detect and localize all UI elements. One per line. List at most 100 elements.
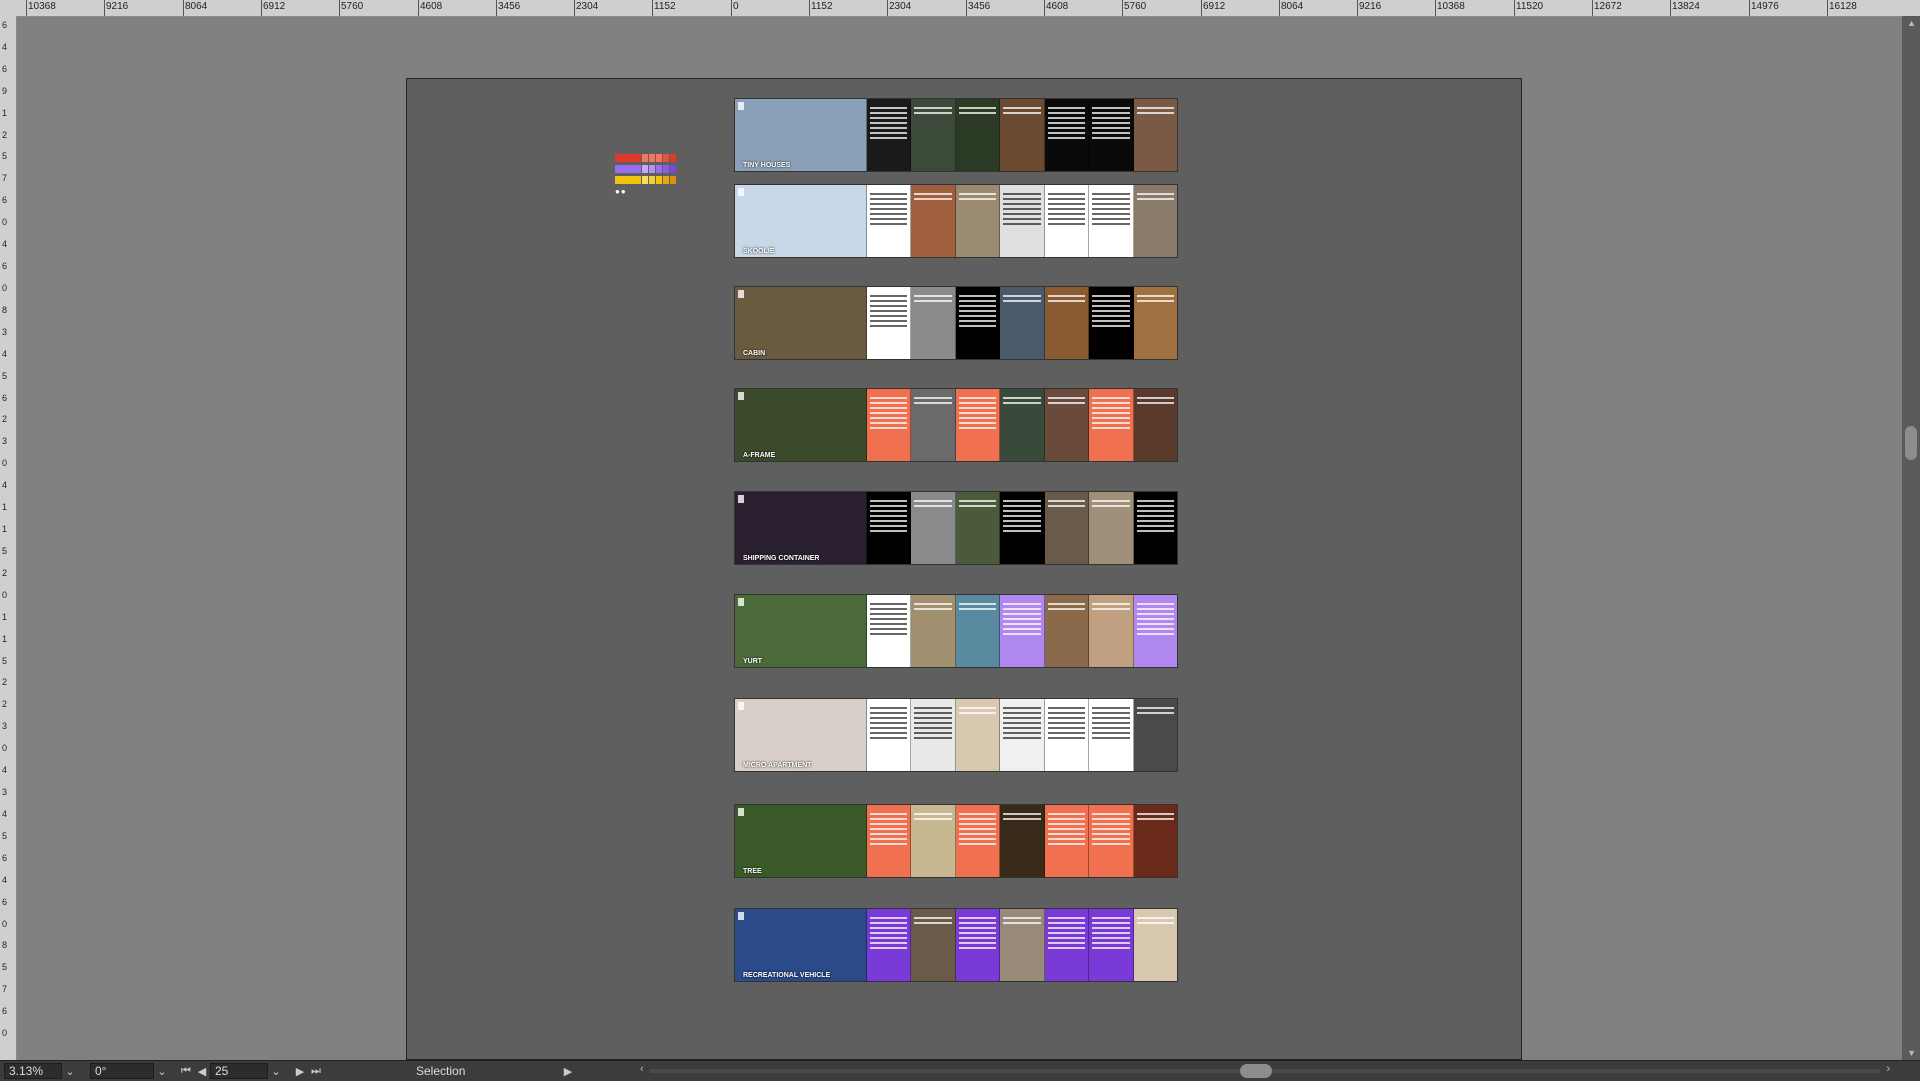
text-block [869,223,907,225]
color-swatches[interactable]: ●● [615,154,677,196]
magazine-spread[interactable]: TINY HOUSES [734,98,1178,172]
scroll-down-icon[interactable]: ▼ [1907,1048,1916,1058]
ruler-label: 3456 [968,1,991,12]
spread-cover-image: SHIPPING CONTAINER [735,492,867,564]
swatch-row [615,176,677,184]
text-block [1092,300,1130,302]
horizontal-ruler[interactable]: 10368 9216 8064 6912 5760 4608 3456 2304 1152 0 11… [0,0,1920,17]
color-swatch[interactable] [649,165,655,173]
ruler-tick [1827,0,1828,16]
page-marker-icon [738,102,744,110]
color-swatch[interactable] [670,154,676,162]
spread-panel [1044,492,1089,564]
magazine-spread[interactable]: MICRO APARTMENT [734,698,1178,772]
text-block [1092,505,1130,507]
ruler-label: 6912 [1203,1,1226,12]
swatch-row [615,165,677,173]
color-swatch[interactable] [656,154,662,162]
ruler-label: 1 [2,612,8,622]
magazine-spread[interactable]: CABIN [734,286,1178,360]
color-swatch[interactable] [663,154,669,162]
text-block [869,947,907,949]
text-block [1003,193,1041,195]
vertical-ruler[interactable]: 6469125760460834562304115201152230434564… [0,16,17,1060]
text-block [1092,315,1130,317]
page-marker-icon [738,290,744,298]
zoom-dropdown-icon[interactable]: ⌄ [62,1063,78,1079]
scroll-left-icon[interactable]: ‹ [640,1063,644,1075]
previous-page-icon[interactable]: ◀ [194,1063,210,1079]
rotation-dropdown-icon[interactable]: ⌄ [154,1063,170,1079]
color-swatch[interactable] [615,165,641,173]
rotation-field[interactable]: 0° [90,1063,154,1079]
last-page-icon[interactable]: ⏭ [308,1063,324,1079]
magazine-spread[interactable]: YURT [734,594,1178,668]
scroll-up-icon[interactable]: ▲ [1907,18,1916,28]
color-swatch[interactable] [649,176,655,184]
color-swatch[interactable] [649,154,655,162]
horizontal-scroll-thumb[interactable] [1240,1064,1272,1078]
text-block [1092,193,1130,195]
text-block [869,722,907,724]
text-block [1003,300,1041,302]
tool-menu-icon[interactable]: ▶ [560,1063,576,1079]
text-block [1047,917,1085,919]
spread-panel [911,699,956,771]
color-swatch[interactable] [642,154,648,162]
first-page-icon[interactable]: ⏮ [178,1063,194,1079]
color-swatch[interactable] [663,165,669,173]
color-swatch[interactable] [615,154,641,162]
magazine-spread[interactable]: A-FRAME [734,388,1178,462]
color-swatch[interactable] [642,176,648,184]
ruler-label: 0 [2,458,8,468]
spread-cover-image: A-FRAME [735,389,867,461]
page-dropdown-icon[interactable]: ⌄ [268,1063,284,1079]
magazine-spread[interactable]: SKOOLIE [734,184,1178,258]
text-block [869,737,907,739]
text-block [1047,137,1085,139]
color-swatch[interactable] [670,165,676,173]
text-block [1092,422,1130,424]
vertical-scroll-thumb[interactable] [1905,426,1917,460]
color-swatch[interactable] [642,165,648,173]
text-block [869,310,907,312]
text-block [869,717,907,719]
horizontal-scrollbar[interactable]: ‹ › [640,1063,1890,1079]
text-block [1003,112,1041,114]
color-swatch[interactable] [656,165,662,173]
color-swatch[interactable] [615,176,641,184]
ruler-label: 11520 [1516,1,1544,12]
magazine-spread[interactable]: TREE [734,804,1178,878]
next-page-icon[interactable]: ▶ [292,1063,308,1079]
ruler-label: 6 [2,853,8,863]
text-block [1136,525,1174,527]
text-block [869,603,907,605]
text-block [1003,402,1041,404]
scroll-right-icon[interactable]: › [1886,1063,1890,1075]
vertical-scrollbar[interactable]: ▲ ▼ [1902,16,1920,1060]
text-block [869,193,907,195]
text-block [958,838,996,840]
text-block [958,422,996,424]
spread-panel [1089,389,1134,461]
text-block [869,942,907,944]
ruler-tick [1670,0,1671,16]
color-swatch[interactable] [670,176,676,184]
page-number-field[interactable]: 25 [210,1063,268,1079]
ruler-tick [261,0,262,16]
text-block [1003,717,1041,719]
zoom-field[interactable]: 3.13% [4,1063,62,1079]
text-block [869,838,907,840]
text-block [869,628,907,630]
magazine-spread[interactable]: RECREATIONAL VEHICLE [734,908,1178,982]
text-block [958,305,996,307]
color-swatch[interactable] [663,176,669,184]
color-swatch[interactable] [656,176,662,184]
text-block [1092,727,1130,729]
text-block [1092,922,1130,924]
text-block [914,402,952,404]
ruler-label: 1152 [654,1,676,12]
ruler-label: 0 [2,919,8,929]
text-block [1047,843,1085,845]
magazine-spread[interactable]: SHIPPING CONTAINER [734,491,1178,565]
